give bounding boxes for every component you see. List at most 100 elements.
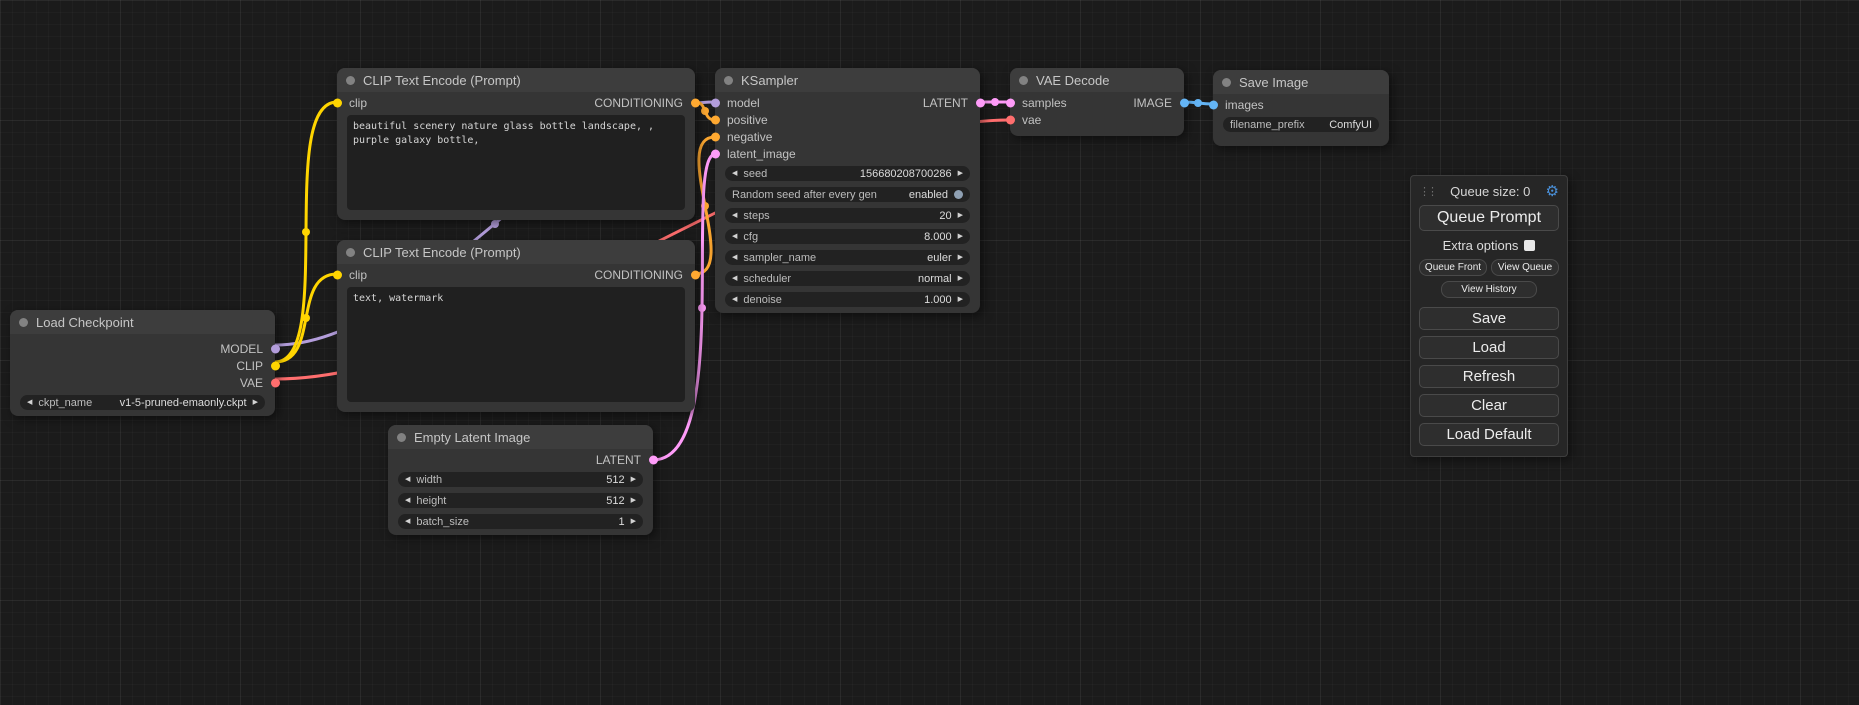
toggle-knob-icon[interactable] <box>954 190 963 199</box>
node-header[interactable]: VAE Decode <box>1010 68 1184 92</box>
node-header[interactable]: CLIP Text Encode (Prompt) <box>337 68 695 92</box>
input-label: samples <box>1022 96 1067 110</box>
increment-arrow-icon[interactable]: ▶ <box>631 518 636 525</box>
latent-image-input-port[interactable] <box>711 149 720 158</box>
settings-gear-icon[interactable]: ⚙ <box>1546 182 1559 200</box>
widget-value: ComfyUI <box>1329 119 1372 131</box>
increment-arrow-icon[interactable]: ▶ <box>958 212 963 219</box>
widget-random-seed-toggle[interactable]: Random seed after every gen enabled <box>725 187 970 202</box>
node-clip-text-encode-positive[interactable]: CLIP Text Encode (Prompt) clip CONDITION… <box>337 68 695 220</box>
node-save-image[interactable]: Save Image images filename_prefix ComfyU… <box>1213 70 1389 146</box>
collapse-dot-icon[interactable] <box>724 76 733 85</box>
decrement-arrow-icon[interactable]: ◀ <box>732 170 737 177</box>
decrement-arrow-icon[interactable]: ◀ <box>732 275 737 282</box>
decrement-arrow-icon[interactable]: ◀ <box>732 296 737 303</box>
widget-filename-prefix[interactable]: filename_prefix ComfyUI <box>1223 117 1379 132</box>
node-graph-canvas[interactable]: Load Checkpoint MODEL CLIP VAE ◀ ckpt_na… <box>0 0 1859 705</box>
widget-sampler-name[interactable]: ◀ sampler_name euler ▶ <box>725 250 970 265</box>
load-button[interactable]: Load <box>1419 336 1559 359</box>
node-title: Empty Latent Image <box>414 430 530 445</box>
increment-arrow-icon[interactable]: ▶ <box>958 170 963 177</box>
clip-output-port[interactable] <box>271 361 280 370</box>
queue-front-button[interactable]: Queue Front <box>1419 259 1487 276</box>
vae-output-port[interactable] <box>271 378 280 387</box>
collapse-dot-icon[interactable] <box>346 248 355 257</box>
node-header[interactable]: Load Checkpoint <box>10 310 275 334</box>
extra-options-checkbox[interactable] <box>1524 240 1535 251</box>
widget-label: width <box>416 474 442 486</box>
widget-batch-size[interactable]: ◀ batch_size 1 ▶ <box>398 514 643 529</box>
collapse-dot-icon[interactable] <box>346 76 355 85</box>
queue-prompt-button[interactable]: Queue Prompt <box>1419 205 1559 231</box>
node-header[interactable]: KSampler <box>715 68 980 92</box>
node-empty-latent-image[interactable]: Empty Latent Image LATENT ◀ width 512 ▶ … <box>388 425 653 535</box>
image-output-port[interactable] <box>1180 98 1189 107</box>
decrement-arrow-icon[interactable]: ◀ <box>405 476 410 483</box>
widget-steps[interactable]: ◀ steps 20 ▶ <box>725 208 970 223</box>
model-input-port[interactable] <box>711 98 720 107</box>
clip-input-port[interactable] <box>333 98 342 107</box>
load-default-button[interactable]: Load Default <box>1419 423 1559 446</box>
decrement-arrow-icon[interactable]: ◀ <box>405 497 410 504</box>
latent-output-port[interactable] <box>976 98 985 107</box>
increment-arrow-icon[interactable]: ▶ <box>958 275 963 282</box>
widget-width[interactable]: ◀ width 512 ▶ <box>398 472 643 487</box>
conditioning-output-port[interactable] <box>691 98 700 107</box>
increment-arrow-icon[interactable]: ▶ <box>958 233 963 240</box>
widget-label: filename_prefix <box>1230 119 1305 131</box>
latent-output-port[interactable] <box>649 455 658 464</box>
decrement-arrow-icon[interactable]: ◀ <box>27 399 32 406</box>
widget-value: v1-5-pruned-emaonly.ckpt <box>120 397 247 409</box>
increment-arrow-icon[interactable]: ▶ <box>958 254 963 261</box>
increment-arrow-icon[interactable]: ▶ <box>958 296 963 303</box>
images-input-port[interactable] <box>1209 100 1218 109</box>
node-header[interactable]: Save Image <box>1213 70 1389 94</box>
wire-clip-midpoint-dot <box>302 228 310 236</box>
decrement-arrow-icon[interactable]: ◀ <box>732 254 737 261</box>
model-output-port[interactable] <box>271 344 280 353</box>
node-header[interactable]: Empty Latent Image <box>388 425 653 449</box>
increment-arrow-icon[interactable]: ▶ <box>631 476 636 483</box>
widget-cfg[interactable]: ◀ cfg 8.000 ▶ <box>725 229 970 244</box>
increment-arrow-icon[interactable]: ▶ <box>253 399 258 406</box>
widget-value: 156680208700286 <box>860 168 952 180</box>
widget-scheduler[interactable]: ◀ scheduler normal ▶ <box>725 271 970 286</box>
positive-input-port[interactable] <box>711 115 720 124</box>
decrement-arrow-icon[interactable]: ◀ <box>405 518 410 525</box>
wire-latent-midpoint-dot <box>991 98 999 106</box>
collapse-dot-icon[interactable] <box>1019 76 1028 85</box>
save-button[interactable]: Save <box>1419 307 1559 330</box>
collapse-dot-icon[interactable] <box>1222 78 1231 87</box>
wire-clip-negative <box>275 274 337 362</box>
view-queue-button[interactable]: View Queue <box>1491 259 1559 276</box>
negative-input-port[interactable] <box>711 132 720 141</box>
node-clip-text-encode-negative[interactable]: CLIP Text Encode (Prompt) clip CONDITION… <box>337 240 695 412</box>
node-vae-decode[interactable]: VAE Decode samples IMAGE vae <box>1010 68 1184 136</box>
node-ksampler[interactable]: KSampler model LATENT positive negative … <box>715 68 980 313</box>
vae-input-port[interactable] <box>1006 115 1015 124</box>
decrement-arrow-icon[interactable]: ◀ <box>732 233 737 240</box>
collapse-dot-icon[interactable] <box>397 433 406 442</box>
conditioning-output-port[interactable] <box>691 270 700 279</box>
prompt-textarea[interactable]: beautiful scenery nature glass bottle la… <box>347 115 685 210</box>
prompt-textarea[interactable]: text, watermark <box>347 287 685 402</box>
widget-seed[interactable]: ◀ seed 156680208700286 ▶ <box>725 166 970 181</box>
node-header[interactable]: CLIP Text Encode (Prompt) <box>337 240 695 264</box>
node-load-checkpoint[interactable]: Load Checkpoint MODEL CLIP VAE ◀ ckpt_na… <box>10 310 275 416</box>
view-history-button[interactable]: View History <box>1441 281 1537 298</box>
decrement-arrow-icon[interactable]: ◀ <box>732 212 737 219</box>
collapse-dot-icon[interactable] <box>19 318 28 327</box>
increment-arrow-icon[interactable]: ▶ <box>631 497 636 504</box>
widget-denoise[interactable]: ◀ denoise 1.000 ▶ <box>725 292 970 307</box>
widget-value: 1.000 <box>924 294 952 306</box>
refresh-button[interactable]: Refresh <box>1419 365 1559 388</box>
samples-input-port[interactable] <box>1006 98 1015 107</box>
clear-button[interactable]: Clear <box>1419 394 1559 417</box>
node-title: CLIP Text Encode (Prompt) <box>363 245 521 260</box>
widget-height[interactable]: ◀ height 512 ▶ <box>398 493 643 508</box>
widget-ckpt-name[interactable]: ◀ ckpt_name v1-5-pruned-emaonly.ckpt ▶ <box>20 395 265 410</box>
wire-conditioning-midpoint-dot <box>701 202 709 210</box>
clip-input-port[interactable] <box>333 270 342 279</box>
node-title: CLIP Text Encode (Prompt) <box>363 73 521 88</box>
drag-handle-icon[interactable]: ⋮⋮ <box>1419 185 1435 198</box>
